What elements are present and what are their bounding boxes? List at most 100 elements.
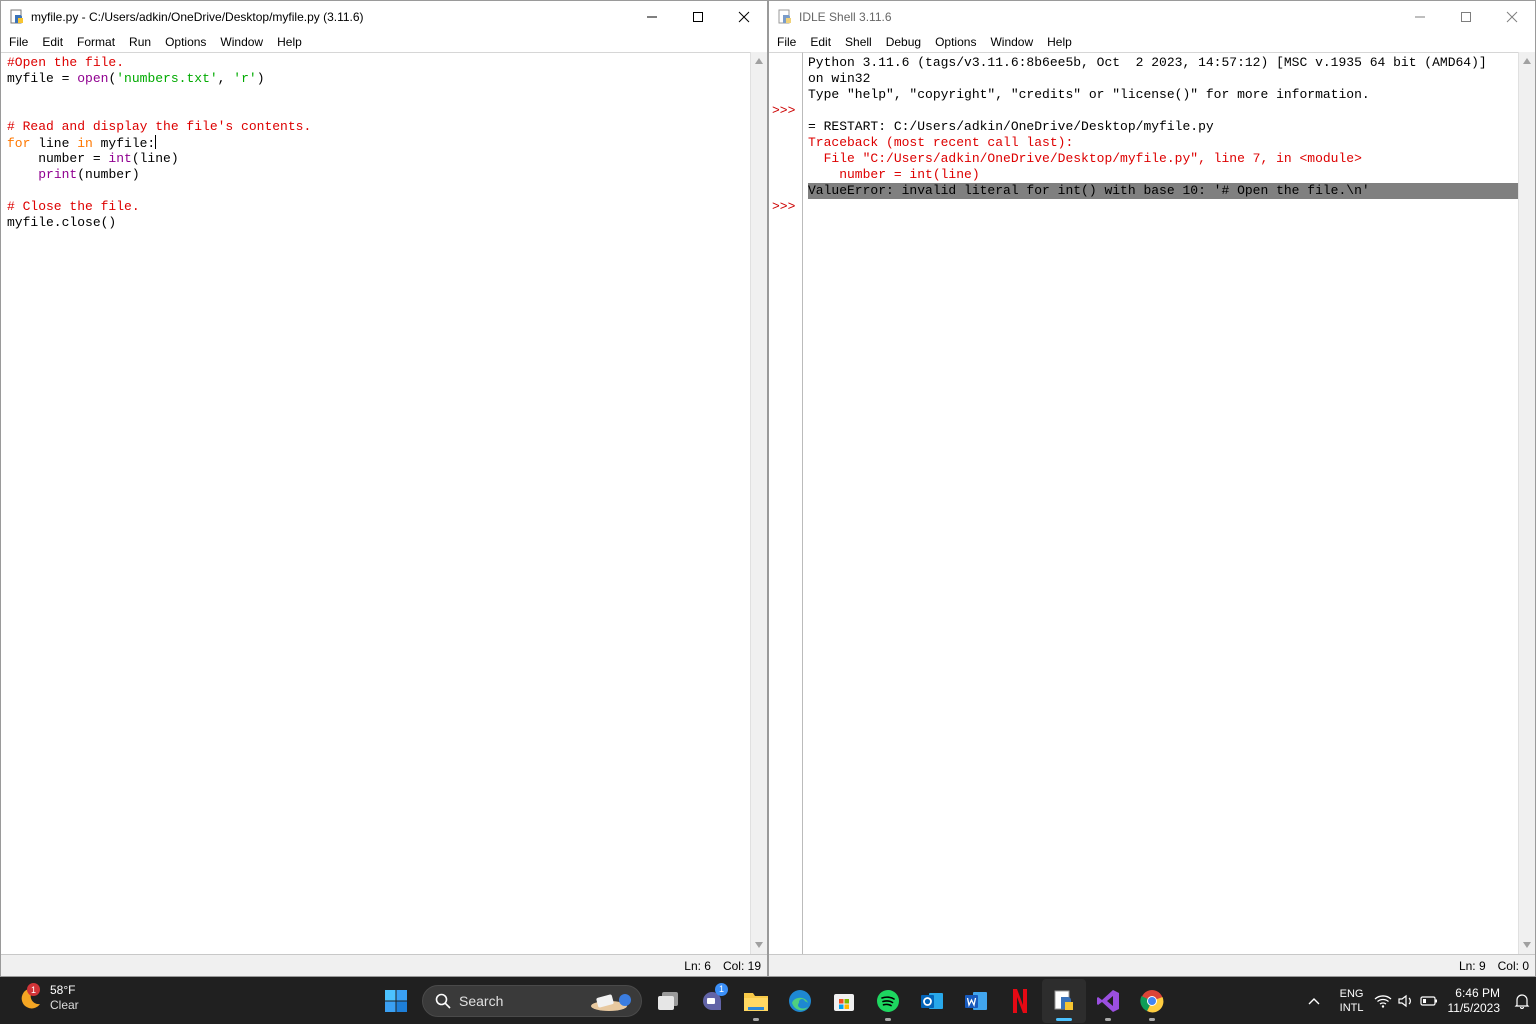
menu-window[interactable]: Window [983,32,1040,52]
netflix-button[interactable] [998,979,1042,1023]
language-indicator[interactable]: ENG INTL [1340,987,1364,1015]
scroll-up-icon[interactable] [755,58,763,64]
maximize-button[interactable] [675,1,721,32]
code-line[interactable]: # Read and display the file's contents. [7,119,750,135]
menu-help[interactable]: Help [1040,32,1079,52]
gutter-line [772,87,802,103]
taskbar-apps: Search 1 [374,977,1174,1024]
code-line[interactable]: # Close the file. [7,199,750,215]
weather-widget[interactable]: 1 58°F Clear [18,983,79,1013]
menu-options[interactable]: Options [158,32,213,52]
shell-line[interactable]: = RESTART: C:/Users/adkin/OneDrive/Deskt… [808,119,1518,135]
minimize-button[interactable] [629,1,675,32]
line-number: Ln: 6 [684,958,711,973]
code-token: (number) [77,167,140,182]
code-line[interactable] [7,103,750,119]
language-line2: INTL [1339,1001,1364,1014]
chrome-button[interactable] [1130,979,1174,1023]
python-shell-icon [777,9,793,25]
minimize-button[interactable] [1397,1,1443,32]
maximize-button[interactable] [1443,1,1489,32]
code-line[interactable]: print(number) [7,167,750,183]
editor-titlebar[interactable]: myfile.py - C:/Users/adkin/OneDrive/Desk… [1,1,767,32]
chrome-icon [1140,989,1164,1012]
shell-line[interactable]: Type "help", "copyright", "credits" or "… [808,87,1518,103]
code-line[interactable]: #Open the file. [7,55,750,71]
shell-text: Python 3.11.6 (tags/v3.11.6:8b6ee5b, Oct… [808,55,1487,70]
shell-text: on win32 [808,71,871,86]
python-idle-button[interactable] [1042,978,1086,1023]
shell-title: IDLE Shell 3.11.6 [799,9,892,24]
shell-line[interactable]: on win32 [808,71,1518,87]
shell-prompt: >>> [772,103,796,118]
minimize-icon [1415,16,1425,17]
shell-line[interactable]: Traceback (most recent call last): [808,135,1518,151]
scroll-down-icon[interactable] [1523,942,1531,948]
spotify-button[interactable] [866,979,910,1023]
scroll-up-icon[interactable] [1523,58,1531,64]
file-explorer-button[interactable] [734,979,778,1023]
menu-help[interactable]: Help [270,32,309,52]
task-view-icon [658,991,678,1010]
code-token: myfile.close() [7,215,117,230]
menu-options[interactable]: Options [928,32,983,52]
code-line[interactable]: myfile = open('numbers.txt', 'r') [7,71,750,87]
code-line[interactable] [7,183,750,199]
task-view-button[interactable] [646,979,690,1023]
taskbar: 1 58°F Clear Search 1 ENG INTL 6:46 PM 1… [0,977,1536,1024]
error-line-selected[interactable]: ValueError: invalid literal for int() wi… [808,183,1518,199]
shell-line[interactable]: File "C:/Users/adkin/OneDrive/Desktop/my… [808,151,1518,167]
menu-shell[interactable]: Shell [838,32,879,52]
notifications-button[interactable] [1508,993,1536,1009]
menu-edit[interactable]: Edit [803,32,838,52]
word-button[interactable] [954,979,998,1023]
show-hidden-icons-button[interactable] [1302,997,1326,1005]
menu-debug[interactable]: Debug [879,32,928,52]
microsoft-store-button[interactable] [822,979,866,1023]
visual-studio-button[interactable] [1086,979,1130,1023]
menu-file[interactable]: File [2,32,35,52]
code-token: 'numbers.txt' [116,71,218,86]
code-token: in [77,136,93,151]
shell-prompt: >>> [772,199,796,214]
shell-line[interactable]: number = int(line) [808,167,1518,183]
code-line[interactable]: for line in myfile: [7,135,750,151]
gutter-line [772,151,802,167]
teams-chat-button[interactable]: 1 [690,979,734,1023]
code-line[interactable]: myfile.close() [7,215,750,231]
shell-output[interactable]: Python 3.11.6 (tags/v3.11.6:8b6ee5b, Oct… [802,52,1518,954]
shell-text: number = int(line) [808,167,980,182]
close-button[interactable] [1489,1,1535,32]
close-button[interactable] [721,1,767,32]
menu-window[interactable]: Window [213,32,270,52]
shell-scrollbar[interactable] [1518,52,1535,954]
shell-titlebar[interactable]: IDLE Shell 3.11.6 [769,1,1535,32]
outlook-button[interactable] [910,979,954,1023]
code-line[interactable] [7,87,750,103]
column-number: Col: 19 [722,958,761,973]
edge-button[interactable] [778,979,822,1023]
code-line[interactable]: number = int(line) [7,151,750,167]
shell-line[interactable] [808,103,1518,119]
spotify-icon [877,989,899,1012]
code-token: print [38,167,78,182]
menu-edit[interactable]: Edit [35,32,70,52]
search-label: Search [459,992,504,1009]
gutter-line [772,119,802,135]
menu-format[interactable]: Format [70,32,122,52]
code-token: #Open the file. [7,55,125,70]
taskbar-search[interactable]: Search [422,984,642,1017]
shell-line[interactable]: Python 3.11.6 (tags/v3.11.6:8b6ee5b, Oct… [808,55,1518,71]
start-button[interactable] [374,979,418,1023]
code-token: (line) [131,151,179,166]
scroll-down-icon[interactable] [755,942,763,948]
menu-file[interactable]: File [770,32,803,52]
clock[interactable]: 6:46 PM 11/5/2023 [1448,986,1501,1016]
network-sound-battery[interactable] [1374,994,1438,1008]
editor-scrollbar[interactable] [750,52,767,954]
code-editor[interactable]: #Open the file. myfile = open('numbers.tx… [1,52,750,954]
volume-icon [1397,994,1411,1007]
gutter-line [772,71,802,87]
menu-run[interactable]: Run [122,32,158,52]
